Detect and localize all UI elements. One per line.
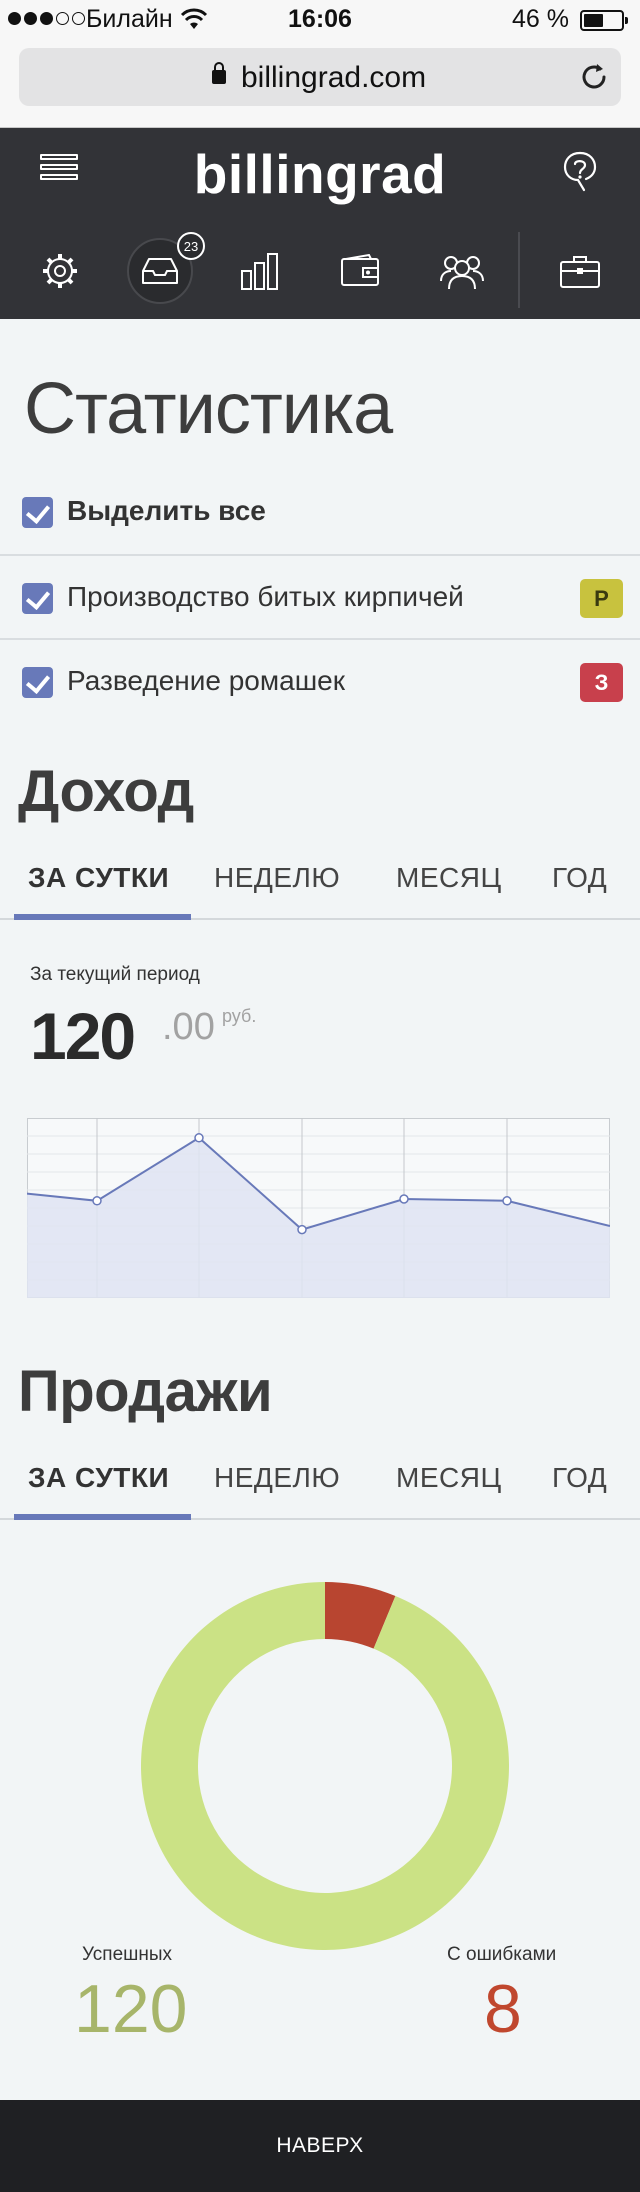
- nav-divider: [518, 232, 520, 308]
- filter-tag-badge: З: [580, 663, 623, 702]
- filter-tag-badge: Р: [580, 579, 623, 618]
- data-point: [92, 1196, 102, 1206]
- tab-year[interactable]: ГОД: [552, 862, 607, 894]
- sales-section-title: Продажи: [18, 1359, 273, 1424]
- users-icon: [440, 256, 484, 290]
- select-all-row[interactable]: Выделить все: [0, 468, 640, 552]
- filter-checkbox[interactable]: [22, 667, 53, 698]
- battery-percentage: 46 %: [512, 5, 569, 33]
- tab-day[interactable]: ЗА СУТКИ: [28, 1462, 169, 1494]
- tab-week[interactable]: НЕДЕЛЮ: [214, 1462, 340, 1494]
- inbox-count-badge: 23: [177, 232, 205, 260]
- nav-wallet[interactable]: [318, 228, 402, 314]
- status-bar: Билайн 16:06 46 %: [0, 0, 640, 40]
- main-nav: 23: [0, 228, 640, 314]
- help-icon[interactable]: [562, 150, 598, 194]
- tab-month[interactable]: МЕСЯЦ: [396, 862, 502, 894]
- settings-icon: [43, 254, 77, 288]
- tab-day[interactable]: ЗА СУТКИ: [28, 862, 169, 894]
- filter-checkbox[interactable]: [22, 583, 53, 614]
- data-point: [399, 1194, 409, 1204]
- select-all-label[interactable]: Выделить все: [67, 495, 266, 527]
- filter-item[interactable]: Разведение ромашек З: [0, 638, 640, 722]
- income-section-title: Доход: [18, 759, 194, 824]
- app-header: billingrad 23: [0, 128, 640, 319]
- nav-users[interactable]: [420, 228, 504, 314]
- url-text: billingrad.com: [241, 61, 427, 94]
- address-bar[interactable]: billingrad.com: [19, 48, 621, 106]
- amount-integer: 120: [30, 999, 136, 1073]
- data-point: [194, 1133, 204, 1143]
- tab-year[interactable]: ГОД: [552, 1462, 607, 1494]
- select-all-checkbox[interactable]: [22, 497, 53, 528]
- currency-label: руб.: [222, 1006, 257, 1026]
- income-area-chart: [27, 1118, 610, 1298]
- donut-slice-success: [141, 1582, 509, 1950]
- amount-decimals: .00: [162, 1006, 215, 1048]
- data-point: [297, 1224, 307, 1235]
- filter-label[interactable]: Производство битых кирпичей: [67, 581, 464, 613]
- period-label: За текущий период: [30, 964, 200, 985]
- reload-icon[interactable]: [577, 60, 611, 94]
- page-title: Статистика: [24, 369, 393, 449]
- nav-statistics[interactable]: [218, 228, 302, 314]
- nav-inbox[interactable]: 23: [118, 228, 205, 314]
- data-point: [502, 1196, 512, 1206]
- wallet-icon: [341, 254, 379, 286]
- filter-label[interactable]: Разведение ромашек: [67, 665, 345, 697]
- active-tab-indicator: [14, 914, 191, 920]
- income-period-tabs: ЗА СУТКИ НЕДЕЛЮ МЕСЯЦ ГОД: [0, 848, 640, 920]
- active-tab-indicator: [14, 1514, 191, 1520]
- battery-icon: [580, 10, 628, 31]
- back-to-top-button[interactable]: НАВЕРХ: [0, 2100, 640, 2192]
- lock-icon: [212, 62, 226, 84]
- nav-briefcase[interactable]: [538, 228, 622, 314]
- logo[interactable]: billingrad: [0, 142, 640, 206]
- inbox-icon: [142, 258, 178, 284]
- income-amount: 120 .00 руб.: [30, 998, 256, 1074]
- tab-month[interactable]: МЕСЯЦ: [396, 1462, 502, 1494]
- stats-icon: [241, 253, 278, 290]
- error-count: 8: [484, 1971, 522, 2047]
- browser-toolbar: billingrad.com: [0, 40, 640, 128]
- briefcase-icon: [560, 256, 600, 288]
- tab-week[interactable]: НЕДЕЛЮ: [214, 862, 340, 894]
- sales-donut-chart: [141, 1582, 509, 1950]
- error-label: С ошибками: [447, 1944, 557, 1965]
- success-count: 120: [74, 1971, 188, 2047]
- filter-item[interactable]: Производство битых кирпичей Р: [0, 554, 640, 638]
- sales-period-tabs: ЗА СУТКИ НЕДЕЛЮ МЕСЯЦ ГОД: [0, 1448, 640, 1520]
- success-label: Успешных: [82, 1944, 173, 1965]
- nav-settings[interactable]: [18, 228, 102, 314]
